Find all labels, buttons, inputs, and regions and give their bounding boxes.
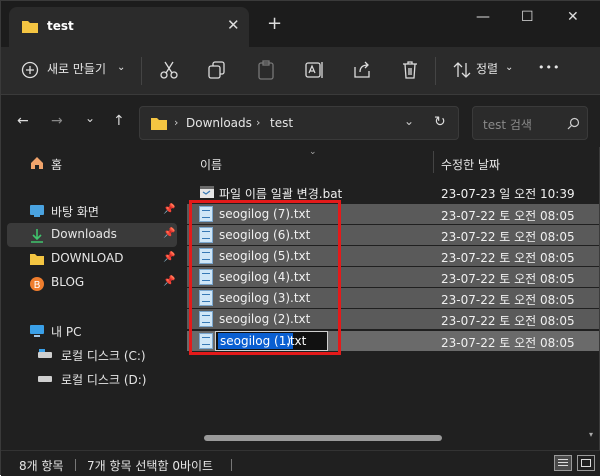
- sidebar-item-drive-c[interactable]: 로컬 디스크 (C:): [7, 343, 177, 367]
- file-date: 23-07-22 토 오전 08:05: [441, 209, 575, 223]
- file-explorer-window: test ✕ + — ☐ ✕ 새로 만들기 ⌄ 정렬 ⌄ ••• ← → ⌄ ↑…: [0, 0, 600, 476]
- address-bar[interactable]: › Downloads › test ⌄ ↻: [139, 106, 459, 140]
- tiles-view-icon[interactable]: [577, 455, 595, 471]
- item-count: 8개 항목: [19, 459, 64, 473]
- divider: [75, 459, 76, 471]
- file-date: 23-07-23 일 오전 10:39: [441, 187, 575, 201]
- sidebar-item-label: 로컬 디스크 (C:): [61, 349, 146, 363]
- chevron-down-icon: ⌄: [117, 62, 126, 73]
- column-header-name[interactable]: 이름: [200, 156, 222, 173]
- chevron-right-icon: ›: [174, 116, 179, 129]
- forward-arrow-icon[interactable]: →: [51, 113, 63, 129]
- pc-icon: [30, 325, 44, 337]
- horizontal-scrollbar[interactable]: [204, 435, 442, 441]
- highlight-box: [189, 200, 341, 355]
- pin-icon[interactable]: 📌: [163, 228, 175, 239]
- folder-icon: [22, 21, 38, 33]
- breadcrumb-downloads[interactable]: Downloads: [186, 116, 252, 130]
- search-box[interactable]: test 검색: [472, 106, 588, 140]
- search-input[interactable]: test 검색: [483, 116, 532, 133]
- divider: [435, 57, 436, 85]
- up-arrow-icon[interactable]: ↑: [113, 113, 125, 129]
- pin-icon[interactable]: 📌: [163, 204, 175, 215]
- pin-icon[interactable]: 📌: [163, 252, 175, 263]
- column-divider[interactable]: [433, 151, 434, 173]
- sidebar-item-label: 로컬 디스크 (D:): [61, 373, 147, 387]
- column-header-date-modified[interactable]: 수정한 날짜: [441, 156, 500, 173]
- recent-locations-icon[interactable]: ⌄: [85, 111, 95, 125]
- divider: [231, 459, 232, 471]
- copy-icon[interactable]: [206, 59, 228, 81]
- sidebar-item-this-pc[interactable]: 내 PC: [7, 319, 177, 343]
- divider: [141, 57, 142, 85]
- pin-icon[interactable]: 📌: [163, 276, 175, 287]
- chevron-down-icon: ⌄: [505, 62, 514, 73]
- selection-info: 7개 항목 선택함 0바이트: [87, 459, 214, 473]
- folder-icon: [151, 118, 167, 130]
- minimize-button[interactable]: —: [476, 9, 490, 25]
- svg-text:B: B: [34, 280, 41, 291]
- cut-icon[interactable]: [158, 59, 180, 81]
- sidebar-item-label: BLOG: [51, 275, 85, 289]
- sort-label: 정렬: [476, 62, 499, 76]
- sidebar-item-desktop[interactable]: 바탕 화면 📌: [7, 199, 177, 223]
- blog-icon: B: [30, 277, 44, 291]
- download-icon: [31, 229, 43, 243]
- sidebar-item-label: 내 PC: [51, 325, 82, 339]
- file-date: 23-07-22 토 오전 08:05: [441, 251, 575, 265]
- search-icon: [567, 117, 580, 130]
- chevron-down-icon[interactable]: ⌄: [404, 114, 414, 128]
- back-arrow-icon[interactable]: ←: [17, 113, 29, 129]
- command-bar: 새로 만들기 ⌄ 정렬 ⌄ •••: [1, 47, 600, 95]
- refresh-icon[interactable]: ↻: [434, 114, 446, 130]
- new-button-label: 새로 만들기: [47, 62, 107, 76]
- delete-icon[interactable]: [399, 59, 421, 81]
- breadcrumb-test[interactable]: test: [270, 116, 293, 130]
- sidebar-item-home[interactable]: 홈: [7, 152, 177, 176]
- share-icon[interactable]: [351, 59, 373, 81]
- sidebar-item-downloads[interactable]: Downloads 📌: [7, 223, 177, 247]
- maximize-button[interactable]: ☐: [521, 9, 534, 25]
- desktop-icon: [30, 205, 44, 217]
- plus-circle-icon: [21, 61, 39, 79]
- file-date: 23-07-22 토 오전 08:05: [441, 336, 575, 350]
- new-tab-button[interactable]: +: [267, 13, 282, 34]
- sidebar-item-download-folder[interactable]: DOWNLOAD 📌: [7, 247, 177, 271]
- title-bar: test ✕ + — ☐ ✕: [1, 1, 600, 47]
- paste-icon[interactable]: [255, 59, 277, 81]
- status-bar: 8개 항목 7개 항목 선택함 0바이트: [1, 450, 600, 476]
- drive-c-icon: [38, 349, 52, 358]
- file-date: 23-07-22 토 오전 08:05: [441, 293, 575, 307]
- table-row[interactable]: 파일 이름 일괄 변경.bat 23-07-23 일 오전 10:39: [187, 182, 599, 202]
- file-date: 23-07-22 토 오전 08:05: [441, 314, 575, 328]
- tab-test[interactable]: test ✕: [9, 7, 249, 47]
- batch-file-icon: [200, 186, 214, 198]
- sidebar-item-label: 홈: [51, 158, 63, 172]
- file-date: 23-07-22 토 오전 08:05: [441, 230, 575, 244]
- details-view-icon[interactable]: [554, 455, 572, 471]
- scroll-down-icon[interactable]: ▾: [589, 430, 593, 439]
- close-tab-icon[interactable]: ✕: [227, 16, 240, 34]
- sort-icon: [453, 62, 471, 78]
- sidebar-item-label: Downloads: [51, 227, 117, 241]
- rename-icon[interactable]: [303, 59, 325, 81]
- chevron-right-icon: ›: [256, 116, 261, 129]
- file-date: 23-07-22 토 오전 08:05: [441, 272, 575, 286]
- sidebar-item-label: DOWNLOAD: [51, 251, 124, 265]
- home-icon: [31, 157, 43, 169]
- sidebar-item-drive-d[interactable]: 로컬 디스크 (D:): [7, 367, 177, 391]
- sort-indicator-icon: ⌄: [309, 147, 317, 157]
- more-options-icon[interactable]: •••: [538, 61, 560, 74]
- sidebar-item-blog[interactable]: B BLOG 📌: [7, 271, 177, 295]
- sidebar-item-label: 바탕 화면: [51, 205, 99, 219]
- folder-icon: [30, 254, 44, 265]
- tab-title: test: [47, 19, 74, 33]
- close-window-button[interactable]: ✕: [567, 9, 579, 25]
- drive-d-icon: [38, 376, 52, 382]
